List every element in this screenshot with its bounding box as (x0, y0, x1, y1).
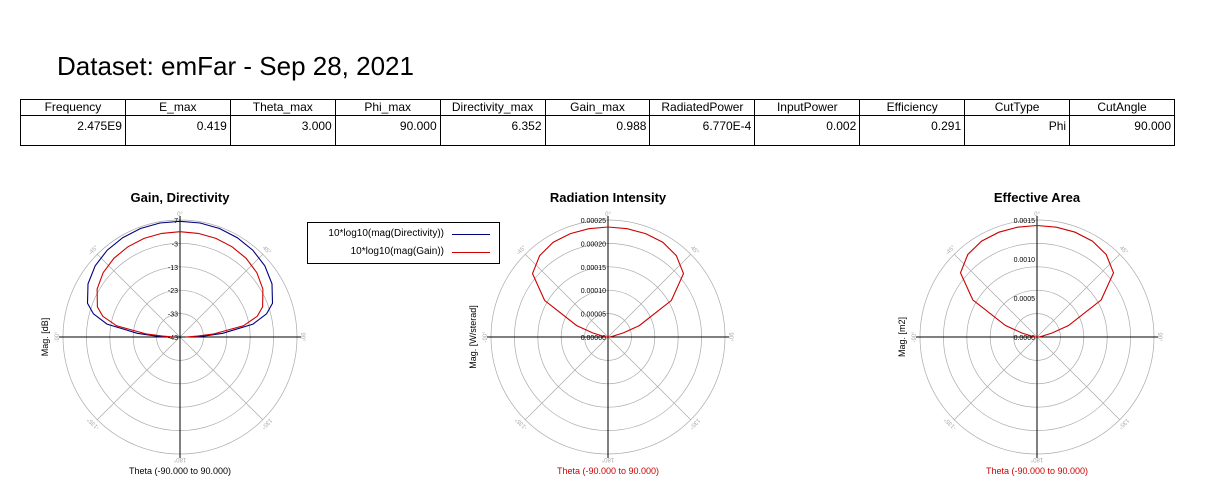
radial-tick-label: 0.0015 (1014, 218, 1036, 225)
chart-title: Effective Area (994, 190, 1081, 205)
grid-spoke (607, 336, 691, 420)
grid-spoke (525, 336, 609, 420)
angle-label: 90° (1156, 332, 1162, 342)
y-axis-label: Mag. [dB] (40, 318, 50, 357)
radial-tick-label: -43 (168, 335, 178, 342)
angle-label: 0° (177, 212, 183, 218)
radial-tick-label: -23 (168, 288, 178, 295)
x-axis-label: Theta (-90.000 to 90.000) (129, 466, 231, 476)
radial-tick-label: 0.00010 (581, 288, 606, 295)
polar-chart-effective-area: 0°45°90°135°180°-135°-90°-45°0.00150.001… (897, 190, 1162, 476)
grid-spoke (97, 336, 181, 420)
grid-spoke (954, 336, 1038, 420)
polar-charts: 0°45°90°135°180°-135°-90°-45°7-3-13-23-3… (40, 190, 1162, 476)
radial-tick-label: -13 (168, 265, 178, 272)
radial-tick-label: 0.00015 (581, 265, 606, 272)
chart-title: Radiation Intensity (550, 190, 667, 205)
grid-spoke (179, 336, 263, 420)
x-axis-label: Theta (-90.000 to 90.000) (557, 466, 659, 476)
angle-label: 0° (605, 212, 611, 218)
angle-label: 0° (1034, 212, 1040, 218)
angle-label: -90° (912, 331, 918, 343)
polar-chart-gain-directivity: 0°45°90°135°180°-135°-90°-45°7-3-13-23-3… (40, 190, 305, 476)
grid-spoke (1036, 254, 1120, 338)
angle-label: 90° (299, 332, 305, 342)
legend-line-directivity (452, 234, 490, 235)
chart-legend: 10*log10(mag(Directivity)) 10*log10(mag(… (307, 222, 500, 264)
radial-tick-label: 0.00020 (581, 241, 606, 248)
radial-tick-label: 0.00005 (581, 312, 606, 319)
radial-tick-label: 0.0010 (1014, 257, 1036, 264)
chart-title: Gain, Directivity (131, 190, 231, 205)
grid-spoke (1036, 336, 1120, 420)
angle-label: -90° (483, 331, 489, 343)
x-axis-label: Theta (-90.000 to 90.000) (986, 466, 1088, 476)
y-axis-label: Mag. [W/sterad] (468, 305, 478, 369)
radial-tick-label: 0.00025 (581, 218, 606, 225)
angle-label: 180° (173, 456, 186, 462)
angle-label: 90° (727, 332, 733, 342)
legend-label-directivity: 10*log10(mag(Directivity)) (328, 228, 444, 239)
angle-label: 180° (1030, 456, 1043, 462)
legend-line-gain (452, 252, 490, 253)
grid-spoke (607, 254, 691, 338)
legend-item-directivity: 10*log10(mag(Directivity)) (308, 226, 499, 242)
angle-label: 180° (601, 456, 614, 462)
y-axis-label: Mag. [m2] (897, 317, 907, 357)
radial-tick-label: 0.0005 (1014, 296, 1036, 303)
radial-tick-label: -3 (172, 241, 178, 248)
legend-item-gain: 10*log10(mag(Gain)) (308, 244, 499, 260)
legend-label-gain: 10*log10(mag(Gain)) (350, 246, 444, 257)
radial-tick-label: -33 (168, 312, 178, 319)
angle-label: -90° (55, 331, 61, 343)
polar-chart-radiation-intensity: 0°45°90°135°180°-135°-90°-45°0.000250.00… (468, 190, 733, 476)
